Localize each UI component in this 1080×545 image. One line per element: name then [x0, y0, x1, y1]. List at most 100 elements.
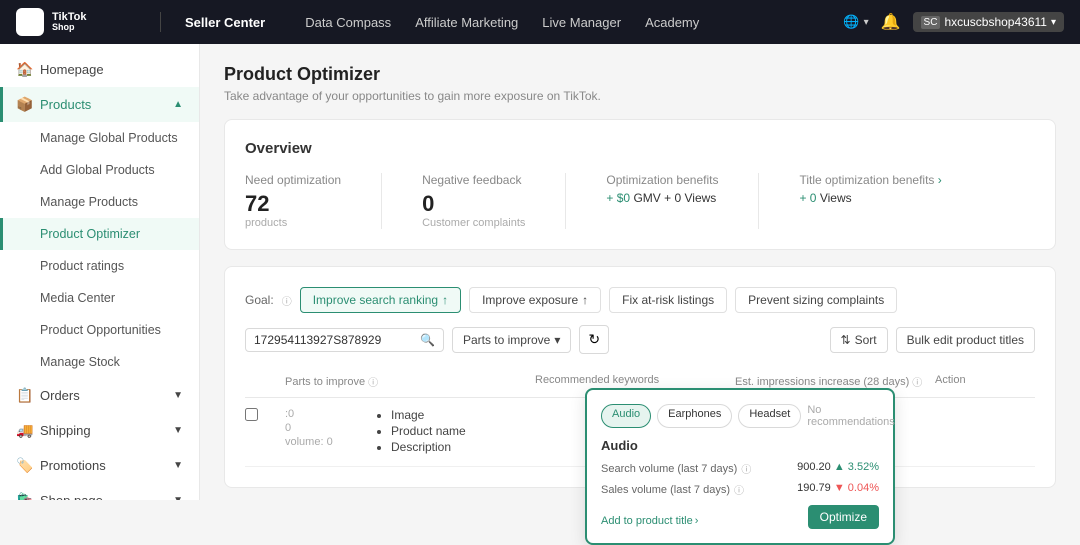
- sidebar-label-product-ratings: Product ratings: [40, 259, 124, 273]
- title-opt-link[interactable]: ›: [938, 173, 942, 187]
- title-opt-change: + 0 Views: [799, 191, 941, 205]
- parts-to-improve-select[interactable]: Parts to improve ▾: [452, 327, 571, 353]
- goal-tab-search-ranking-icon: ↑: [442, 293, 448, 307]
- search-box[interactable]: 🔍: [245, 328, 444, 352]
- sort-label: Sort: [855, 333, 877, 347]
- products-icon: 📦: [16, 96, 32, 113]
- need-optimization-value: 72: [245, 191, 341, 217]
- top-nav-right: 🌐 ▾ 🔔 SC hxcuscbshop43611 ▾: [843, 12, 1064, 32]
- page-subtitle: Take advantage of your opportunities to …: [224, 89, 1056, 103]
- parts-chevron-icon: ▾: [554, 333, 560, 347]
- goal-tab-search-ranking[interactable]: Improve search ranking ↑: [300, 287, 461, 313]
- title-optimization-metric: Title optimization benefits › + 0 Views: [799, 173, 941, 229]
- impressions-info-icon[interactable]: ⓘ: [912, 374, 922, 389]
- sidebar-label-manage-products: Manage Products: [40, 195, 138, 209]
- negative-feedback-sub: Customer complaints: [422, 217, 525, 229]
- overview-title: Overview: [245, 140, 1035, 157]
- optimization-benefits-views: + 0: [664, 191, 681, 205]
- kw-tag-headset[interactable]: Headset: [738, 404, 801, 428]
- goal-tab-improve-exposure[interactable]: Improve exposure ↑: [469, 287, 601, 313]
- table-row-wrap: :0 0 volume: 0 Image Product name Descri…: [245, 398, 1035, 467]
- sidebar-item-product-optimizer[interactable]: Product Optimizer: [0, 218, 199, 250]
- top-navigation: TikTok Shop Seller Center Data Compass A…: [0, 0, 1080, 44]
- sales-vol-change: ▼ 0.04%: [834, 482, 879, 494]
- refresh-button[interactable]: ↻: [579, 325, 609, 354]
- goal-info-icon[interactable]: ⓘ: [282, 293, 292, 308]
- row-product-id: :0: [285, 408, 375, 420]
- orders-chevron-icon: ▼: [173, 390, 183, 401]
- shop-page-chevron-icon: ▼: [173, 495, 183, 500]
- col-header-action-label: Action: [935, 374, 966, 386]
- kw-tag-audio[interactable]: Audio: [601, 404, 651, 428]
- sidebar-item-manage-global-products[interactable]: Manage Global Products: [0, 122, 199, 154]
- nav-data-compass[interactable]: Data Compass: [305, 15, 391, 30]
- sort-icon: ⇅: [841, 333, 851, 347]
- optimization-benefits-metric: Optimization benefits + $0 GMV + 0 Views: [606, 173, 718, 229]
- sidebar-label-product-opportunities: Product Opportunities: [40, 323, 161, 337]
- optimization-benefits-gmv-label: GMV: [633, 191, 660, 205]
- sidebar-item-product-ratings[interactable]: Product ratings: [0, 250, 199, 282]
- nav-affiliate-marketing[interactable]: Affiliate Marketing: [415, 15, 518, 30]
- optimize-button[interactable]: Optimize: [808, 505, 879, 529]
- nav-links: Data Compass Affiliate Marketing Live Ma…: [305, 15, 699, 30]
- bulk-edit-button[interactable]: Bulk edit product titles: [896, 327, 1035, 353]
- notification-bell-icon[interactable]: 🔔: [881, 12, 901, 32]
- sidebar-item-shipping[interactable]: 🚚 Shipping ▼: [0, 413, 199, 448]
- col-header-impressions: Est. impressions increase (28 days) ⓘ: [735, 374, 935, 389]
- sidebar-item-manage-stock[interactable]: Manage Stock: [0, 346, 199, 378]
- sort-button[interactable]: ⇅ Sort: [830, 327, 888, 353]
- sidebar-item-products[interactable]: 📦 Products ▲: [0, 87, 199, 122]
- add-to-product-title-link[interactable]: Add to product title ›: [601, 515, 698, 527]
- sidebar-label-homepage: Homepage: [40, 62, 104, 77]
- negative-feedback-value: 0: [422, 191, 525, 217]
- user-name-label: hxcuscbshop43611: [944, 15, 1047, 29]
- sidebar-label-products: Products: [40, 97, 91, 112]
- search-vol-info-icon[interactable]: ⓘ: [741, 461, 751, 476]
- user-account-badge[interactable]: SC hxcuscbshop43611 ▾: [913, 12, 1064, 32]
- sidebar-item-product-opportunities[interactable]: Product Opportunities: [0, 314, 199, 346]
- need-optimization-label: Need optimization: [245, 173, 341, 187]
- goal-label: Goal:: [245, 293, 274, 307]
- sales-volume-label: Sales volume (last 7 days) ⓘ: [601, 482, 744, 497]
- goal-tab-prevent-sizing[interactable]: Prevent sizing complaints: [735, 287, 897, 313]
- row-product-cell: :0 0 volume: 0: [285, 408, 375, 448]
- page-title: Product Optimizer: [224, 64, 1056, 85]
- overview-card: Overview Need optimization 72 products N…: [224, 119, 1056, 250]
- sidebar: 🏠 Homepage 📦 Products ▲ Manage Global Pr…: [0, 44, 200, 500]
- orders-icon: 📋: [16, 387, 32, 404]
- nav-live-manager[interactable]: Live Manager: [542, 15, 621, 30]
- parts-info-icon[interactable]: ⓘ: [368, 374, 378, 389]
- col-header-action: Action: [935, 374, 1035, 389]
- sidebar-item-homepage[interactable]: 🏠 Homepage: [0, 52, 199, 87]
- language-selector[interactable]: 🌐 ▾: [843, 14, 868, 30]
- col-header-keywords: Recommended keywords: [535, 374, 735, 389]
- nav-academy[interactable]: Academy: [645, 15, 699, 30]
- sales-volume-row: Sales volume (last 7 days) ⓘ 190.79 ▼ 0.…: [601, 482, 879, 497]
- main-content: Product Optimizer Take advantage of your…: [200, 44, 1080, 524]
- part-item-description: Description: [391, 440, 535, 454]
- goal-tab-fix-at-risk[interactable]: Fix at-risk listings: [609, 287, 727, 313]
- keyword-title: Audio: [601, 438, 879, 453]
- optimization-benefits-label: Optimization benefits: [606, 173, 718, 187]
- need-optimization-metric: Need optimization 72 products: [245, 173, 341, 229]
- sidebar-item-shop-page[interactable]: 🛍️ Shop page ▼: [0, 483, 199, 500]
- col-header-impressions-label: Est. impressions increase (28 days): [735, 376, 909, 388]
- search-input[interactable]: [254, 333, 414, 347]
- shipping-chevron-icon: ▼: [173, 425, 183, 436]
- sidebar-item-promotions[interactable]: 🏷️ Promotions ▼: [0, 448, 199, 483]
- logo[interactable]: TikTok Shop: [16, 8, 136, 36]
- overview-divider-3: [758, 173, 759, 229]
- keyword-popup: Audio Earphones Headset No recommendatio…: [585, 388, 895, 545]
- sidebar-item-manage-products[interactable]: Manage Products: [0, 186, 199, 218]
- kw-tag-earphones[interactable]: Earphones: [657, 404, 732, 428]
- sidebar-label-orders: Orders: [40, 388, 80, 403]
- sales-vol-info-icon[interactable]: ⓘ: [734, 482, 744, 497]
- search-volume-row: Search volume (last 7 days) ⓘ 900.20 ▲ 3…: [601, 461, 879, 476]
- sidebar-item-add-global-products[interactable]: Add Global Products: [0, 154, 199, 186]
- overview-divider-1: [381, 173, 382, 229]
- add-link-arrow-icon: ›: [695, 515, 699, 527]
- sidebar-item-media-center[interactable]: Media Center: [0, 282, 199, 314]
- row-checkbox[interactable]: [245, 408, 258, 421]
- sidebar-item-orders[interactable]: 📋 Orders ▼: [0, 378, 199, 413]
- promotions-chevron-icon: ▼: [173, 460, 183, 471]
